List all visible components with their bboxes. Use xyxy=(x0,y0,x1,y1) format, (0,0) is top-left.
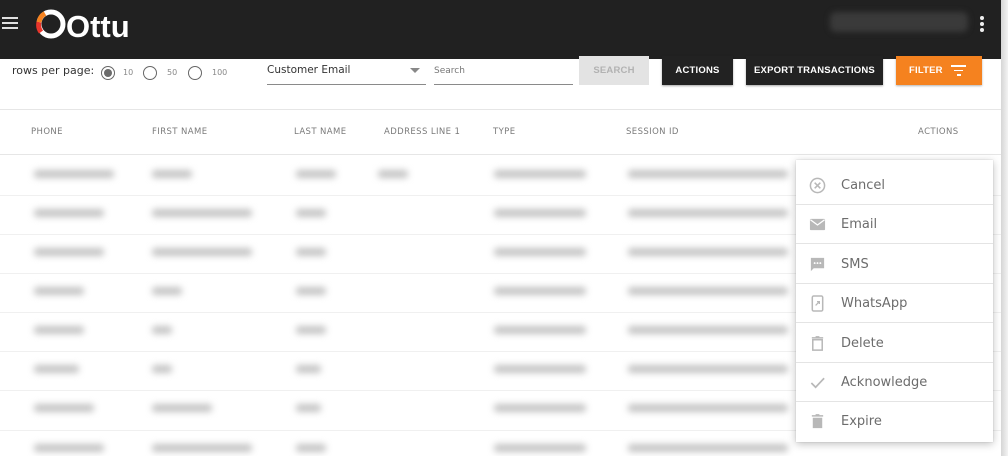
menu-icon[interactable] xyxy=(2,16,18,30)
search-field-select[interactable]: Customer Email xyxy=(267,57,426,85)
filter-list-icon xyxy=(951,65,966,76)
rows-per-page-label: rows per page: xyxy=(12,64,95,77)
checkmark-icon xyxy=(810,377,825,389)
top-app-bar: Ottu xyxy=(0,0,1008,59)
ottu-logo[interactable]: Ottu xyxy=(36,6,128,40)
menu-item-label: Expire xyxy=(841,414,882,429)
user-account-blurred[interactable] xyxy=(830,12,968,32)
menu-item-email[interactable]: Email xyxy=(796,205,993,244)
menu-item-label: WhatsApp xyxy=(841,296,908,311)
rows-radio-50[interactable] xyxy=(143,66,157,80)
actions-dropdown-menu: Cancel Email SMS WhatsApp Delete Acknowl… xyxy=(796,160,993,442)
more-vert-icon[interactable] xyxy=(978,14,986,34)
menu-item-label: Delete xyxy=(841,336,884,351)
toolbar-divider xyxy=(0,109,1001,110)
header-last-name[interactable]: LAST NAME xyxy=(294,127,347,137)
menu-divider xyxy=(796,322,993,323)
header-actions: ACTIONS xyxy=(918,127,959,137)
actions-button[interactable]: ACTIONS xyxy=(662,56,733,85)
header-divider xyxy=(0,154,1001,155)
search-button[interactable]: SEARCH xyxy=(579,56,649,85)
redacted-table-rows xyxy=(0,162,800,456)
header-address-line-1[interactable]: ADDRESS LINE 1 xyxy=(384,127,460,137)
expire-trash-icon xyxy=(811,414,824,429)
menu-item-label: SMS xyxy=(841,257,869,272)
delete-icon xyxy=(811,336,824,351)
header-first-name[interactable]: FIRST NAME xyxy=(152,127,207,137)
header-phone[interactable]: PHONE xyxy=(31,127,63,137)
menu-item-cancel[interactable]: Cancel xyxy=(796,166,993,205)
rows-radio-10[interactable] xyxy=(101,66,115,80)
menu-item-label: Email xyxy=(841,217,878,232)
menu-item-whatsapp[interactable]: WhatsApp xyxy=(796,284,993,323)
rows-option-10: 10 xyxy=(123,68,134,77)
filter-label: FILTER xyxy=(909,65,943,76)
email-icon xyxy=(809,218,826,231)
rows-option-100: 100 xyxy=(212,68,228,77)
menu-item-acknowledge[interactable]: Acknowledge xyxy=(796,363,993,402)
search-input[interactable] xyxy=(434,57,573,85)
whatsapp-icon xyxy=(811,295,824,312)
menu-item-delete[interactable]: Delete xyxy=(796,324,993,363)
header-session-id[interactable]: SESSION ID xyxy=(626,127,679,137)
brand-name: Ottu xyxy=(66,9,128,40)
menu-divider xyxy=(796,243,993,244)
export-transactions-button[interactable]: EXPORT TRANSACTIONS xyxy=(746,56,883,85)
search-field-value: Customer Email xyxy=(267,64,351,76)
filter-button[interactable]: FILTER xyxy=(896,56,982,85)
rows-option-50: 50 xyxy=(167,68,178,77)
menu-item-label: Acknowledge xyxy=(841,375,928,390)
header-type[interactable]: TYPE xyxy=(493,127,515,137)
cancel-circle-icon xyxy=(809,177,826,194)
menu-item-label: Cancel xyxy=(841,178,886,193)
chevron-down-icon xyxy=(410,68,420,73)
menu-item-expire[interactable]: Expire xyxy=(796,402,993,441)
menu-item-sms[interactable]: SMS xyxy=(796,245,993,284)
sms-icon xyxy=(810,257,825,272)
page-scroll-shadow xyxy=(1001,0,1008,456)
rows-radio-100[interactable] xyxy=(188,66,202,80)
